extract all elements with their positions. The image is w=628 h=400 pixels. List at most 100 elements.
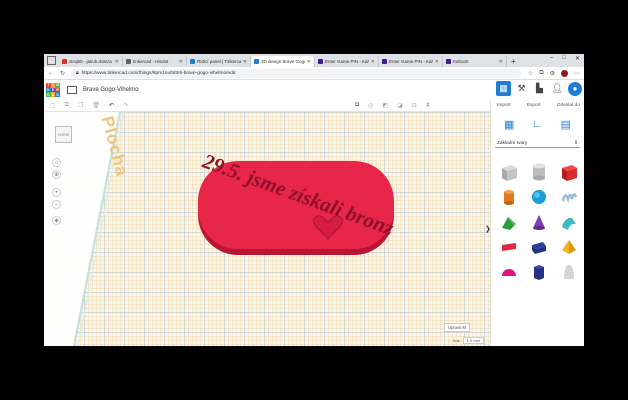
blocks-button[interactable]: ⚒	[514, 81, 529, 96]
shape-box-hole[interactable]	[497, 159, 520, 184]
shape-library-select[interactable]: Základní tvary ⇕	[495, 139, 580, 148]
shape-round-roof[interactable]	[557, 209, 580, 234]
tab-favicon-icon	[382, 59, 387, 64]
zoom-in-icon[interactable]: +	[52, 188, 61, 197]
zoom-out-icon[interactable]: –	[52, 200, 61, 209]
view-cube[interactable]: HORNÍ	[55, 126, 72, 143]
tab-favicon-icon	[126, 59, 131, 64]
delete-icon[interactable]: 🗑︎	[92, 102, 100, 109]
notes-icon[interactable]: ◘	[356, 102, 360, 109]
align-icon[interactable]: ⊟	[412, 102, 417, 109]
tab-close-icon[interactable]: ✕	[243, 59, 247, 65]
shape-text[interactable]	[497, 234, 520, 259]
favorite-icon[interactable]: ☆	[528, 70, 533, 77]
logo-letter: D	[55, 92, 60, 97]
model-text: 29.5. jsme získali bronz	[199, 155, 394, 240]
tab-label: Enter Game PIN - Kah	[389, 59, 433, 64]
design-title[interactable]: Brave Gogo-Vihelmo	[83, 87, 139, 93]
extensions-icon[interactable]: ⚙	[550, 70, 555, 77]
user-avatar[interactable]: ●	[568, 81, 582, 96]
send-to-button[interactable]: Odeslat do	[557, 103, 580, 108]
browser-tab[interactable]: Enter Game PIN - Kah ✕	[379, 56, 443, 67]
shape-cone[interactable]	[527, 209, 550, 234]
redo-icon[interactable]: ↷	[123, 102, 128, 109]
browser-tab[interactable]: tinkercad - Hledat ✕	[123, 56, 187, 67]
browser-profile-avatar[interactable]	[561, 69, 568, 77]
address-bar: ← ↻ 🔒︎ https://www.tinkercad.com/things/…	[44, 67, 584, 80]
tab-favicon-icon	[190, 59, 195, 64]
browser-tab[interactable]: Řídicí panel | Tinkerca ✕	[187, 56, 251, 67]
ungroup-icon[interactable]: ◪	[397, 102, 403, 109]
tab-actions-icon[interactable]	[47, 56, 56, 65]
shape-paraboloid[interactable]	[557, 259, 580, 284]
collapse-panel-icon[interactable]: ❯	[485, 225, 491, 233]
tab-label: Enter Game PIN - Kah	[325, 59, 369, 64]
design-list-icon[interactable]	[67, 86, 77, 94]
tab-close-icon[interactable]: ✕	[179, 59, 183, 65]
3d-view-button[interactable]: ▦	[496, 81, 511, 96]
browser-tab[interactable]: Enter Game PIN - Kah ✕	[315, 56, 379, 67]
duplicate-icon[interactable]: ❐	[78, 102, 83, 109]
copy-icon[interactable]: ⧉	[65, 102, 69, 109]
browser-tab-bar: struj60 - jakub.doleza ✕ tinkercad - Hleda…	[44, 54, 584, 67]
new-tab-button[interactable]: +	[511, 56, 516, 67]
browser-tab[interactable]: 3D design Brave Gogo- ✕	[251, 56, 315, 67]
tab-label: 3D design Brave Gogo-	[261, 59, 305, 64]
export-button[interactable]: Export	[527, 103, 541, 108]
tab-favicon-icon	[318, 59, 323, 64]
browser-tab[interactable]: Kahoot! ✕	[443, 56, 507, 67]
browser-tab[interactable]: struj60 - jakub.doleza ✕	[59, 56, 123, 67]
shape-wedge[interactable]	[527, 234, 550, 259]
snap-grid-select[interactable]: 1,0 mm	[462, 337, 484, 344]
back-icon[interactable]: ←	[48, 70, 54, 76]
shape-cylinder-hole[interactable]	[527, 159, 550, 184]
shape-scribble[interactable]	[557, 184, 580, 209]
perspective-icon[interactable]: ◈	[52, 216, 61, 225]
url-input[interactable]: 🔒︎ https://www.tinkercad.com/things/8pm1…	[71, 68, 522, 78]
shape-polygon[interactable]	[527, 259, 550, 284]
tab-label: tinkercad - Hledat	[133, 59, 169, 64]
tab-close-icon[interactable]: ✕	[499, 59, 503, 65]
tinkercad-logo[interactable]: TIN KER CAD	[46, 83, 60, 97]
lock-icon: 🔒︎	[76, 71, 79, 76]
shape-pyramid[interactable]	[557, 234, 580, 259]
workplane-icon[interactable]: ▦	[502, 117, 516, 131]
tab-label: Řídicí panel | Tinkerca	[197, 59, 241, 64]
collections-icon[interactable]: ⧉	[539, 70, 543, 77]
maximize-icon[interactable]: □	[562, 55, 566, 62]
new-shape-icon[interactable]: ▢	[50, 102, 56, 109]
panel-actions: Import Export Odeslat do	[491, 100, 584, 108]
shape-half-sphere[interactable]	[497, 259, 520, 284]
tab-close-icon[interactable]: ✕	[435, 59, 439, 65]
url-text: https://www.tinkercad.com/things/8pm1nu0…	[81, 70, 236, 76]
header-right: ▦ ⚒ ▙ 👤︎ ●	[496, 81, 582, 96]
group-icon[interactable]: ◩	[382, 102, 388, 109]
tab-close-icon[interactable]: ✕	[307, 59, 311, 65]
fit-view-icon[interactable]: ⊕	[52, 170, 61, 179]
view-cube-label: HORNÍ	[58, 132, 69, 137]
invite-user-button[interactable]: 👤︎	[550, 81, 565, 96]
shape-roof[interactable]	[497, 209, 520, 234]
tab-label: Kahoot!	[453, 59, 469, 64]
undo-icon[interactable]: ↶	[109, 102, 114, 109]
shape-sphere[interactable]	[527, 184, 550, 209]
shape-box[interactable]	[557, 159, 580, 184]
import-button[interactable]: Import	[497, 103, 511, 108]
edit-grid-button[interactable]: Upravit M	[444, 323, 470, 332]
close-window-icon[interactable]: ✕	[575, 55, 580, 62]
mirror-icon[interactable]: ⧗	[426, 102, 430, 109]
more-icon[interactable]: ⋯	[574, 70, 580, 77]
browser-toolbar-icons: ☆ ⧉ ⚙ ⋯	[528, 69, 580, 77]
shape-cylinder[interactable]	[497, 184, 520, 209]
notes-category-icon[interactable]: ▤	[559, 117, 573, 131]
shape-grid	[497, 159, 584, 284]
light-icon[interactable]: ◎	[368, 102, 373, 109]
tab-close-icon[interactable]: ✕	[371, 59, 375, 65]
minimize-icon[interactable]: –	[550, 55, 553, 62]
reload-icon[interactable]: ↻	[60, 70, 65, 77]
home-view-icon[interactable]: ⌂	[52, 158, 61, 167]
ruler-icon[interactable]: ∟	[530, 117, 544, 131]
tab-close-icon[interactable]: ✕	[115, 59, 119, 65]
lesson-button[interactable]: ▙	[532, 81, 547, 96]
workplane[interactable]: Plocha HORNÍ ⌂ ⊕ + – ◈ 29.5. jsme získal…	[44, 112, 490, 346]
